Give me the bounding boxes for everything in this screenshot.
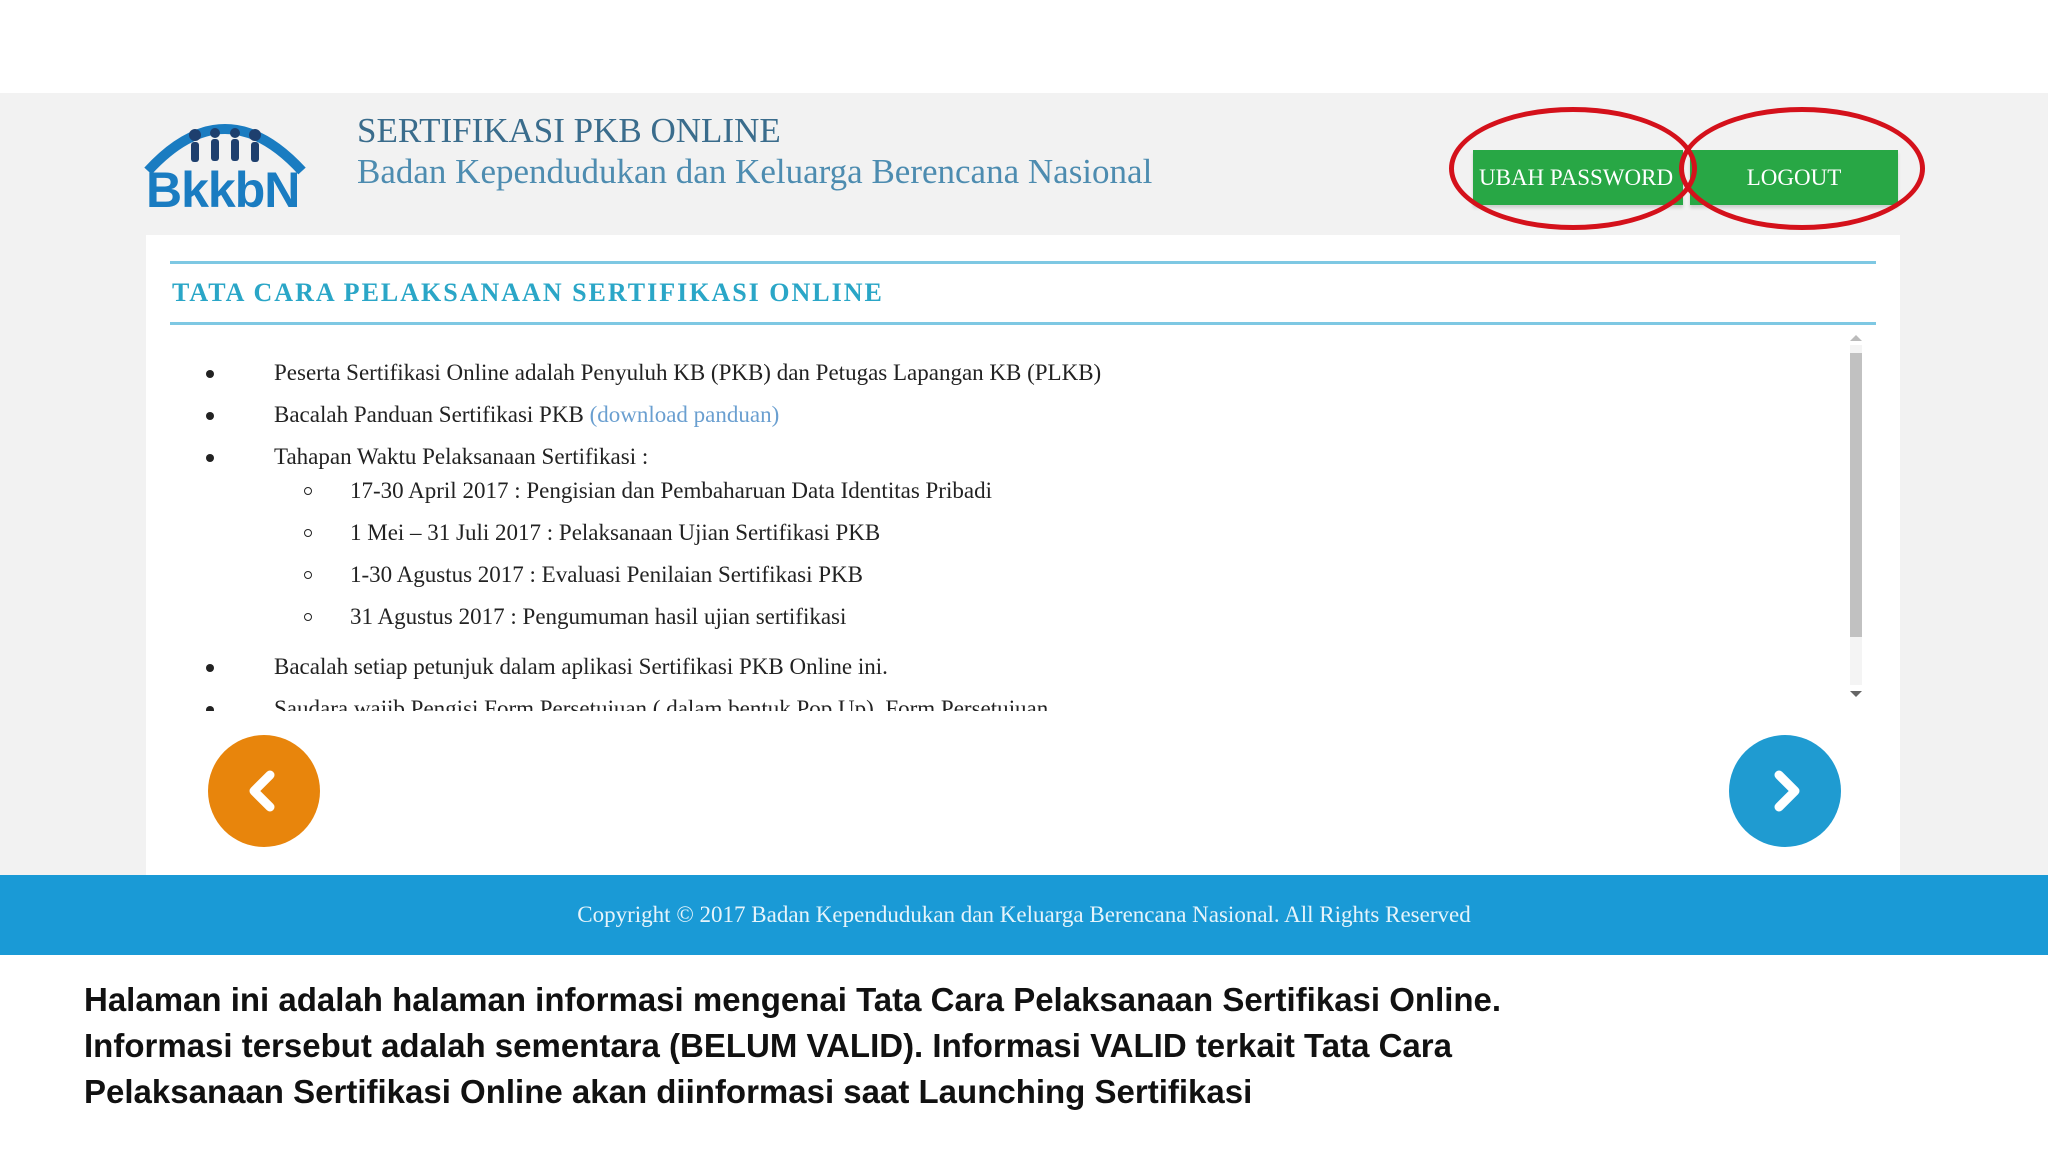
chevron-left-icon <box>249 770 275 812</box>
caption-line: Halaman ini adalah halaman informasi men… <box>84 981 1502 1018</box>
item-text: Bacalah Panduan Sertifikasi PKB <box>274 402 584 427</box>
bullet-icon <box>206 370 214 378</box>
download-guide-link[interactable]: (download panduan) <box>590 402 780 427</box>
instructions-list: Peserta Sertifikasi Online adalah Penyul… <box>206 331 1846 711</box>
site-subtitle: Badan Kependudukan dan Keluarga Berencan… <box>357 152 1153 191</box>
scroll-up-arrow-icon[interactable] <box>1850 335 1862 341</box>
caption-line: Informasi tersebut adalah sementara (BEL… <box>84 1027 1452 1064</box>
logout-button[interactable]: LOGOUT <box>1690 150 1898 205</box>
slide-caption: Halaman ini adalah halaman informasi men… <box>84 977 1784 1115</box>
next-button[interactable] <box>1729 735 1841 847</box>
divider <box>170 261 1876 264</box>
footer: Copyright © 2017 Badan Kependudukan dan … <box>0 875 2048 955</box>
scroll-track[interactable] <box>1850 345 1862 685</box>
bullet-icon <box>206 664 214 672</box>
logo-text: BkkbN <box>146 162 300 218</box>
circle-bullet-icon <box>304 529 312 537</box>
circle-bullet-icon <box>304 571 312 579</box>
bullet-icon <box>206 412 214 420</box>
app-window: BkkbN SERTIFIKASI PKB ONLINE Badan Kepen… <box>0 93 2048 955</box>
scroll-down-arrow-icon[interactable] <box>1850 691 1862 697</box>
previous-button[interactable] <box>208 735 320 847</box>
circle-bullet-icon <box>304 613 312 621</box>
scroll-thumb[interactable] <box>1850 353 1862 637</box>
bkkbn-logo: BkkbN <box>140 105 310 217</box>
section-title: TATA CARA PELAKSANAAN SERTIFIKASI ONLINE <box>172 278 884 307</box>
copyright-text: Copyright © 2017 Badan Kependudukan dan … <box>577 902 1471 927</box>
bullet-icon <box>206 706 214 711</box>
content-panel: TATA CARA PELAKSANAAN SERTIFIKASI ONLINE… <box>146 235 1900 875</box>
bullet-icon <box>206 454 214 462</box>
chevron-right-icon <box>1774 770 1800 812</box>
divider <box>170 322 1876 325</box>
change-password-button[interactable]: UBAH PASSWORD <box>1473 150 1683 205</box>
caption-line: Pelaksanaan Sertifikasi Online akan diin… <box>84 1073 1253 1110</box>
circle-bullet-icon <box>304 487 312 495</box>
site-title: SERTIFIKASI PKB ONLINE <box>357 111 781 150</box>
scrollbar[interactable] <box>1846 331 1866 713</box>
